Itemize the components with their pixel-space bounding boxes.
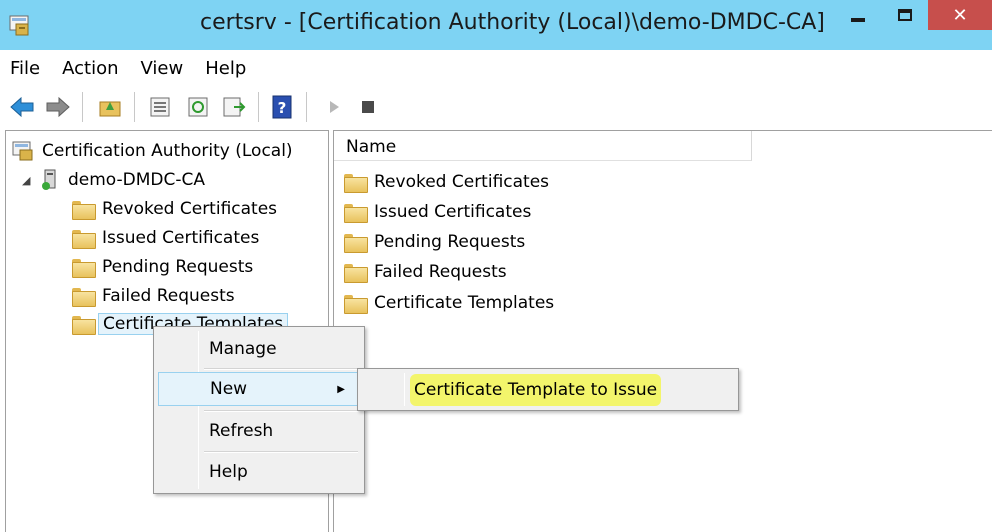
list-item-label: Issued Certificates [374, 202, 532, 222]
export-list-icon[interactable] [220, 93, 248, 121]
tree-ca-node[interactable]: ◢ demo-DMDC-CA [22, 167, 205, 193]
window-title: certsrv - [Certification Authority (Loca… [200, 10, 825, 35]
refresh-icon[interactable] [184, 93, 212, 121]
toolbar-separator [82, 92, 83, 122]
column-header-name[interactable]: Name [334, 131, 752, 161]
menu-item-refresh[interactable]: Refresh [158, 414, 360, 448]
help-icon[interactable]: ? [268, 93, 296, 121]
svg-text:?: ? [278, 99, 287, 117]
folder-icon [72, 200, 96, 220]
toolbar-separator [134, 92, 135, 122]
menu-separator [204, 368, 358, 370]
folder-icon [72, 229, 96, 249]
list-item[interactable]: Pending Requests [344, 229, 525, 255]
menu-item-certificate-template-to-issue[interactable]: Certificate Template to Issue [410, 374, 662, 406]
menu-action[interactable]: Action [62, 58, 118, 79]
context-menu: Manage New ▶ Refresh Help [153, 326, 365, 494]
menu-item-manage[interactable]: Manage [158, 332, 360, 366]
tree-item-issued[interactable]: Issued Certificates [72, 225, 259, 251]
menu-view[interactable]: View [141, 58, 184, 79]
submenu-arrow-icon: ▶ [337, 383, 345, 395]
folder-icon [344, 263, 368, 283]
menu-separator [204, 451, 358, 453]
back-arrow-icon[interactable] [8, 93, 36, 121]
folder-icon [344, 203, 368, 223]
ca-root-icon [12, 141, 33, 161]
tree-item-revoked[interactable]: Revoked Certificates [72, 196, 277, 222]
tree-item-label: Pending Requests [102, 257, 254, 277]
maximize-button[interactable] [884, 0, 926, 30]
ca-server-icon [42, 169, 56, 190]
up-folder-icon[interactable] [96, 93, 124, 121]
menu-item-help[interactable]: Help [158, 455, 360, 489]
folder-icon [344, 173, 368, 193]
folder-icon [72, 258, 96, 278]
list-item[interactable]: Revoked Certificates [344, 169, 549, 195]
toolbar-separator [258, 92, 259, 122]
forward-arrow-icon[interactable] [44, 93, 72, 121]
list-item-label: Certificate Templates [374, 293, 555, 313]
menu-item-label: New [210, 379, 248, 399]
menu-separator [204, 410, 358, 412]
list-item[interactable]: Failed Requests [344, 259, 507, 285]
folder-icon [72, 287, 96, 307]
maximize-icon [898, 9, 912, 21]
list-item-label: Pending Requests [374, 232, 526, 252]
folder-icon [344, 233, 368, 253]
menu-bar: File Action View Help [0, 50, 992, 86]
menu-item-new[interactable]: New ▶ [158, 372, 360, 406]
certsrv-app-icon[interactable] [8, 13, 34, 37]
title-bar[interactable]: certsrv - [Certification Authority (Loca… [0, 0, 992, 50]
menu-item-label: Help [209, 462, 248, 482]
minimize-icon [851, 18, 865, 22]
tree-item-label: Issued Certificates [102, 228, 260, 248]
list-item-label: Revoked Certificates [374, 172, 550, 192]
tree-item-pending[interactable]: Pending Requests [72, 254, 253, 280]
tree-ca-label: demo-DMDC-CA [68, 170, 206, 190]
tree-item-label: Revoked Certificates [102, 199, 278, 219]
menu-help[interactable]: Help [205, 58, 246, 79]
toolbar-separator [306, 92, 307, 122]
toolbar: ? [0, 86, 992, 128]
new-submenu: Certificate Template to Issue [357, 368, 739, 411]
list-item-label: Failed Requests [374, 262, 507, 282]
folder-icon [344, 294, 368, 314]
tree-item-label: Failed Requests [102, 286, 235, 306]
folder-icon [72, 315, 96, 335]
stop-service-icon[interactable] [354, 93, 382, 121]
list-item[interactable]: Issued Certificates [344, 199, 531, 225]
menu-item-label: Manage [209, 339, 277, 359]
minimize-button[interactable] [834, 0, 882, 30]
close-button[interactable]: ✕ [928, 0, 992, 30]
menu-gutter [404, 373, 405, 406]
menu-item-label: Refresh [209, 421, 274, 441]
results-pane[interactable]: Name Revoked Certificates Issued Certifi… [333, 130, 992, 532]
tree-root-label: Certification Authority (Local) [42, 141, 293, 161]
list-item[interactable]: Certificate Templates [344, 290, 554, 316]
tree-root-node[interactable]: Certification Authority (Local) [12, 138, 293, 164]
properties-icon[interactable] [146, 93, 174, 121]
start-service-icon[interactable] [320, 93, 348, 121]
menu-file[interactable]: File [10, 58, 40, 79]
close-icon: ✕ [952, 4, 968, 26]
tree-item-failed[interactable]: Failed Requests [72, 283, 235, 309]
expander-icon[interactable]: ◢ [22, 174, 34, 187]
